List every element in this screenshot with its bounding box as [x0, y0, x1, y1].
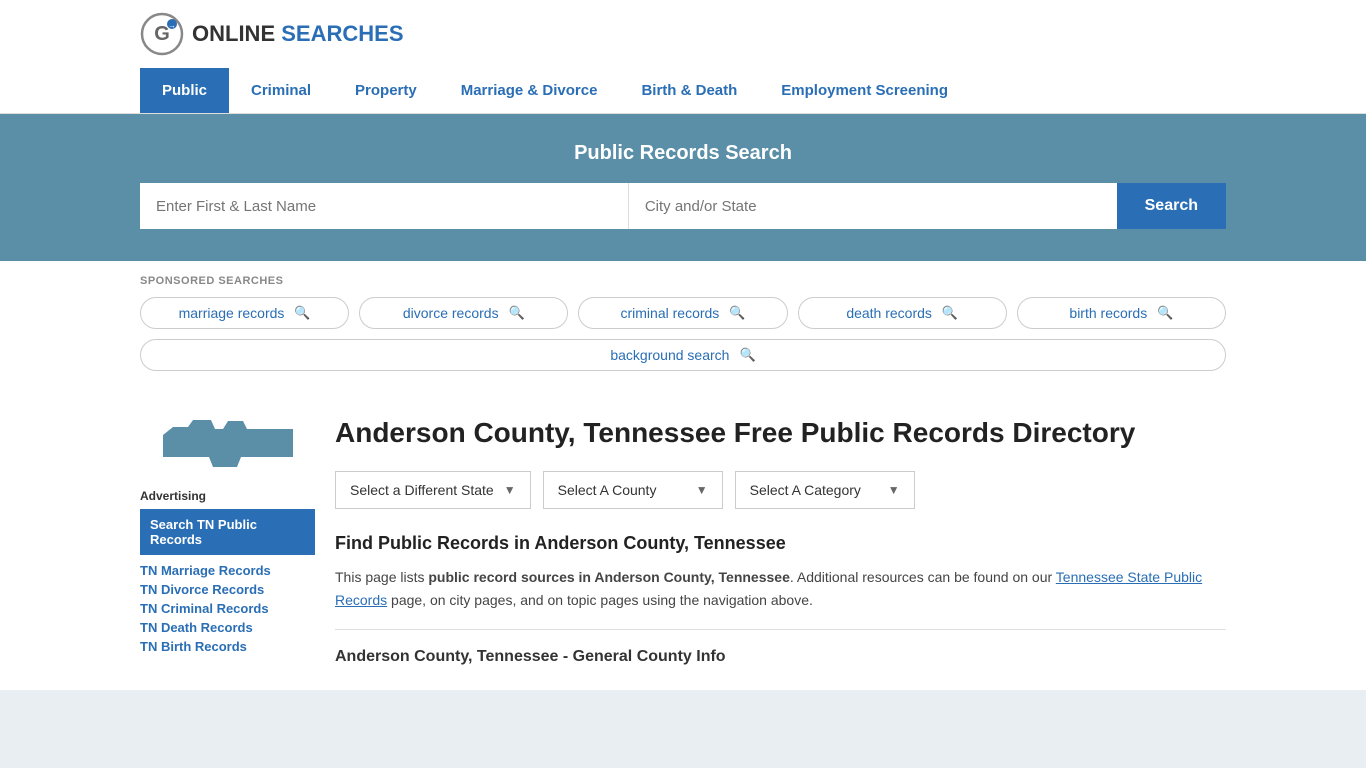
search-button[interactable]: Search: [1117, 183, 1226, 229]
main-content: Advertising Search TN Public Records TN …: [0, 391, 1366, 690]
page-title: Anderson County, Tennessee Free Public R…: [335, 415, 1226, 451]
search-icon-2: 🔍: [509, 305, 525, 321]
sidebar-link-death[interactable]: TN Death Records: [140, 620, 315, 635]
dropdowns-row: Select a Different State ▼ Select A Coun…: [335, 471, 1226, 509]
find-records-text: This page lists public record sources in…: [335, 566, 1226, 611]
sponsored-label: SPONSORED SEARCHES: [140, 275, 1226, 287]
name-input[interactable]: [140, 183, 629, 229]
logo: G → ONLINE SEARCHES: [140, 12, 404, 56]
sponsored-section: SPONSORED SEARCHES marriage records 🔍 di…: [0, 261, 1366, 391]
section-divider: [335, 629, 1226, 630]
tag-birth-records[interactable]: birth records 🔍: [1017, 297, 1226, 329]
search-form: Search: [140, 183, 1226, 229]
chevron-down-icon-county: ▼: [696, 483, 708, 497]
nav-item-employment[interactable]: Employment Screening: [759, 68, 970, 113]
state-shape: [140, 415, 315, 473]
sidebar-link-divorce[interactable]: TN Divorce Records: [140, 582, 315, 597]
logo-icon: G →: [140, 12, 184, 56]
nav-item-birth-death[interactable]: Birth & Death: [619, 68, 759, 113]
tag-divorce-records[interactable]: divorce records 🔍: [359, 297, 568, 329]
tennessee-map-icon: [163, 415, 293, 470]
search-icon-4: 🔍: [942, 305, 958, 321]
search-icon-5: 🔍: [1157, 305, 1173, 321]
nav-item-marriage-divorce[interactable]: Marriage & Divorce: [439, 68, 620, 113]
search-icon-6: 🔍: [739, 347, 755, 363]
header: G → ONLINE SEARCHES: [0, 0, 1366, 68]
category-dropdown[interactable]: Select A Category ▼: [735, 471, 915, 509]
chevron-down-icon-category: ▼: [888, 483, 900, 497]
state-dropdown[interactable]: Select a Different State ▼: [335, 471, 531, 509]
search-banner: Public Records Search Search: [0, 114, 1366, 261]
nav-item-property[interactable]: Property: [333, 68, 439, 113]
svg-text:→: →: [168, 21, 176, 30]
ad-block[interactable]: Search TN Public Records: [140, 509, 315, 555]
tag-death-records[interactable]: death records 🔍: [798, 297, 1007, 329]
sidebar-link-birth[interactable]: TN Birth Records: [140, 639, 315, 654]
section-title: Anderson County, Tennessee - General Cou…: [335, 648, 1226, 666]
sidebar: Advertising Search TN Public Records TN …: [140, 415, 315, 666]
sidebar-ad: Advertising Search TN Public Records TN …: [140, 489, 315, 654]
find-records-title: Find Public Records in Anderson County, …: [335, 533, 1226, 554]
sidebar-link-marriage[interactable]: TN Marriage Records: [140, 563, 315, 578]
sidebar-links: TN Marriage Records TN Divorce Records T…: [140, 563, 315, 654]
chevron-down-icon-state: ▼: [504, 483, 516, 497]
content-area: Anderson County, Tennessee Free Public R…: [335, 415, 1226, 666]
tag-criminal-records[interactable]: criminal records 🔍: [578, 297, 787, 329]
sidebar-link-criminal[interactable]: TN Criminal Records: [140, 601, 315, 616]
ad-label: Advertising: [140, 489, 315, 503]
logo-text: ONLINE SEARCHES: [192, 21, 404, 47]
tag-marriage-records[interactable]: marriage records 🔍: [140, 297, 349, 329]
main-nav: Public Criminal Property Marriage & Divo…: [0, 68, 1366, 114]
search-icon-3: 🔍: [729, 305, 745, 321]
location-input[interactable]: [629, 183, 1117, 229]
nav-item-criminal[interactable]: Criminal: [229, 68, 333, 113]
nav-item-public[interactable]: Public: [140, 68, 229, 113]
sponsored-tags: marriage records 🔍 divorce records 🔍 cri…: [140, 297, 1226, 371]
search-banner-title: Public Records Search: [140, 142, 1226, 165]
tag-background-search[interactable]: background search 🔍: [140, 339, 1226, 371]
county-dropdown[interactable]: Select A County ▼: [543, 471, 723, 509]
search-icon-1: 🔍: [294, 305, 310, 321]
